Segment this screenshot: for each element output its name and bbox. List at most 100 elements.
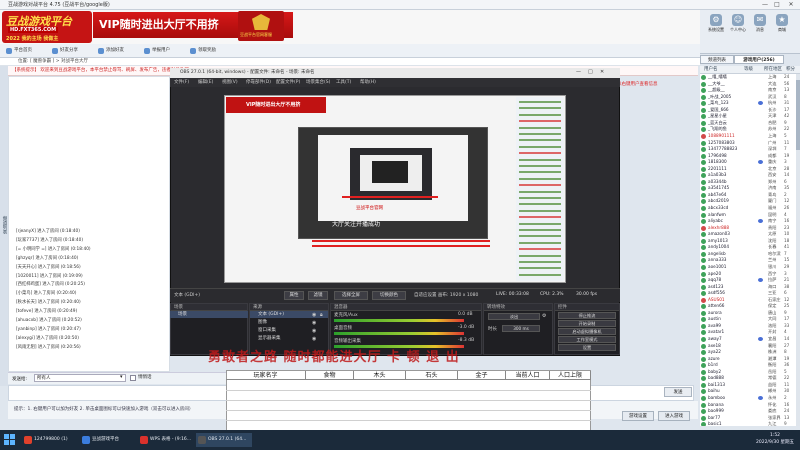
- user-level: 6: [784, 178, 787, 184]
- user-name: ab47e64: [708, 191, 727, 197]
- close-button[interactable]: ✕: [786, 1, 796, 9]
- user-list-item[interactable]: 1088901111 上海 5: [700, 133, 796, 140]
- avatar: [701, 317, 706, 323]
- obs-menu-tools[interactable]: 工具(T): [336, 78, 351, 87]
- obs-menu-profile[interactable]: 配置文件(P): [276, 78, 300, 87]
- enter-game-button[interactable]: 进入游戏: [658, 411, 690, 421]
- tab-game-users[interactable]: 游戏用户(256): [734, 55, 784, 64]
- user-level: 2: [784, 394, 787, 400]
- toolbar-share-button[interactable]: 好友分享: [52, 47, 78, 55]
- toolbar-add-friend-button[interactable]: 添加好友: [98, 47, 124, 55]
- lock-icon[interactable]: 🔒︎: [320, 312, 323, 318]
- sources-dock-title: 来源: [250, 304, 328, 311]
- source-filters-button[interactable]: 滤镜: [308, 291, 328, 300]
- user-list[interactable]: __嘻_嘻嘻 上海 24 __大爷__ 大连 56 __超级__ 南京 13 _叶战_2005 武汉…: [700, 74, 800, 426]
- minimize-button[interactable]: —: [760, 1, 770, 9]
- obs-maximize-icon[interactable]: □: [588, 69, 593, 75]
- start-recording-button[interactable]: 开始录制: [558, 320, 616, 327]
- settings-button[interactable]: 设置: [558, 344, 616, 351]
- obs-menu-scenes[interactable]: 场景集合(S): [306, 78, 330, 87]
- transition-duration-input[interactable]: 300 ms: [502, 325, 540, 332]
- eye-icon[interactable]: ◉: [312, 312, 316, 318]
- obs-minimize-icon[interactable]: —: [576, 69, 581, 75]
- transition-type-select[interactable]: 淡出: [488, 313, 540, 320]
- eye-icon[interactable]: ◉: [312, 336, 316, 342]
- user-list-item[interactable]: _菜鸟_123 杭州 31: [700, 100, 796, 107]
- user-list-item[interactable]: b1rd 衡阳 36: [700, 362, 796, 369]
- gear-icon[interactable]: ⚙: [542, 313, 546, 319]
- user-list-item[interactable]: basic1 九江 9: [700, 421, 796, 426]
- avatar: [701, 127, 706, 133]
- user-list-item[interactable]: abcd2019 厦门 12: [700, 198, 796, 205]
- avatar: [701, 337, 706, 342]
- user-list-item[interactable]: 2201111 北京 28: [700, 166, 796, 173]
- avatar: [701, 278, 706, 284]
- channel-strip-toggle[interactable]: 频道列表: [0, 66, 8, 386]
- avatar: [701, 356, 706, 362]
- avatar: [701, 271, 706, 277]
- scrollbar-thumb[interactable]: [796, 80, 800, 150]
- badge-icon: [758, 395, 763, 400]
- preview-user-row: [519, 177, 561, 180]
- avatar: [701, 75, 706, 80]
- platform-logo[interactable]: 豆战游戏平台 HD.FXT365.COM 2022 我的主场 我做主: [2, 11, 92, 43]
- shop-button[interactable]: ★ 商城: [772, 14, 792, 36]
- avatar: [701, 114, 706, 120]
- chat-line: [风雨无阻] 进入了房间 (0:20:56): [16, 344, 81, 350]
- toolbar-report-button[interactable]: 举报用户: [144, 47, 170, 55]
- user-list-item[interactable]: bamboo 永州 2: [700, 395, 796, 402]
- preview-red-line: [312, 240, 490, 242]
- user-name: a1a03b3: [708, 172, 727, 178]
- user-level: 24: [784, 74, 790, 79]
- obs-menu-help[interactable]: 帮助(H): [360, 78, 376, 87]
- game-settings-button[interactable]: 游戏设置: [622, 411, 654, 421]
- user-list-item[interactable]: aoe1001 银川 29: [700, 264, 796, 271]
- tab-channel-list[interactable]: 频道列表: [700, 55, 734, 64]
- user-level: 22: [784, 375, 790, 381]
- logo-slogan: 2022 我的主场 我做主: [6, 36, 59, 42]
- taskbar-item[interactable]: 124799800 (1): [22, 433, 78, 447]
- message-button[interactable]: ✉ 消息: [750, 14, 770, 36]
- source-properties-button[interactable]: 属性: [284, 291, 304, 300]
- preview-red-line: [342, 196, 438, 198]
- chevron-down-icon[interactable]: ▾: [120, 374, 123, 380]
- toolbar-home-button[interactable]: 平台首页: [6, 47, 32, 55]
- obs-close-icon[interactable]: ✕: [600, 69, 604, 75]
- preview-user-row: [519, 203, 561, 206]
- toolbar-reward-button[interactable]: 领取奖励: [190, 47, 216, 55]
- user-level: 9: [784, 421, 787, 426]
- user-list-item[interactable]: avatar1 开封 4: [700, 329, 796, 336]
- eye-icon[interactable]: ◉: [312, 320, 316, 326]
- system-clock[interactable]: 1:52 2022/9/30 星期五: [752, 432, 798, 448]
- user-name: abcd2019: [708, 198, 729, 204]
- switch-color-button[interactable]: 切换颜色: [372, 291, 406, 300]
- user-level: 33: [784, 322, 790, 328]
- settings-button[interactable]: ⚙ 系统设置: [706, 14, 726, 36]
- eye-icon[interactable]: ◉: [312, 328, 316, 334]
- obs-menu-edit[interactable]: 编辑(E): [198, 78, 213, 87]
- scene-item[interactable]: 场景: [170, 311, 248, 318]
- recipient-select[interactable]: 所有人: [34, 374, 126, 382]
- whisper-checkbox[interactable]: [130, 375, 136, 381]
- obs-menu-docks[interactable]: 停靠部件(D): [246, 78, 271, 87]
- send-button[interactable]: 发送: [664, 387, 692, 397]
- taskbar-item[interactable]: 豆战游戏平台: [80, 433, 136, 447]
- obs-menu-view[interactable]: 视图(V): [222, 78, 238, 87]
- avatar: [701, 160, 706, 166]
- start-virtualcam-button[interactable]: 启动虚拟摄像机: [558, 328, 616, 335]
- user-list-item[interactable]: amazon03 太原 10: [700, 231, 796, 238]
- obs-menu-file[interactable]: 文件(F): [174, 78, 189, 87]
- select-fullscreen-button[interactable]: 选择全屏: [334, 291, 368, 300]
- avatar: [701, 382, 706, 388]
- windows-start-icon[interactable]: [4, 434, 16, 446]
- user-location: 拉萨: [768, 277, 777, 283]
- user-center-button[interactable]: ☺ 个人中心: [728, 14, 748, 36]
- user-level: 16: [784, 218, 790, 224]
- taskbar-item[interactable]: WPS 表格 - (9:16...: [138, 433, 194, 447]
- taskbar-item[interactable]: OBS 27.0.1 (64...: [196, 433, 252, 447]
- user-list-item[interactable]: ASUS01 石家庄 12: [700, 297, 796, 304]
- studio-mode-button[interactable]: 工作室模式: [558, 336, 616, 343]
- stop-streaming-button[interactable]: 停止推流: [558, 312, 616, 319]
- maximize-button[interactable]: □: [772, 1, 782, 9]
- right-tab-bar: [700, 44, 800, 54]
